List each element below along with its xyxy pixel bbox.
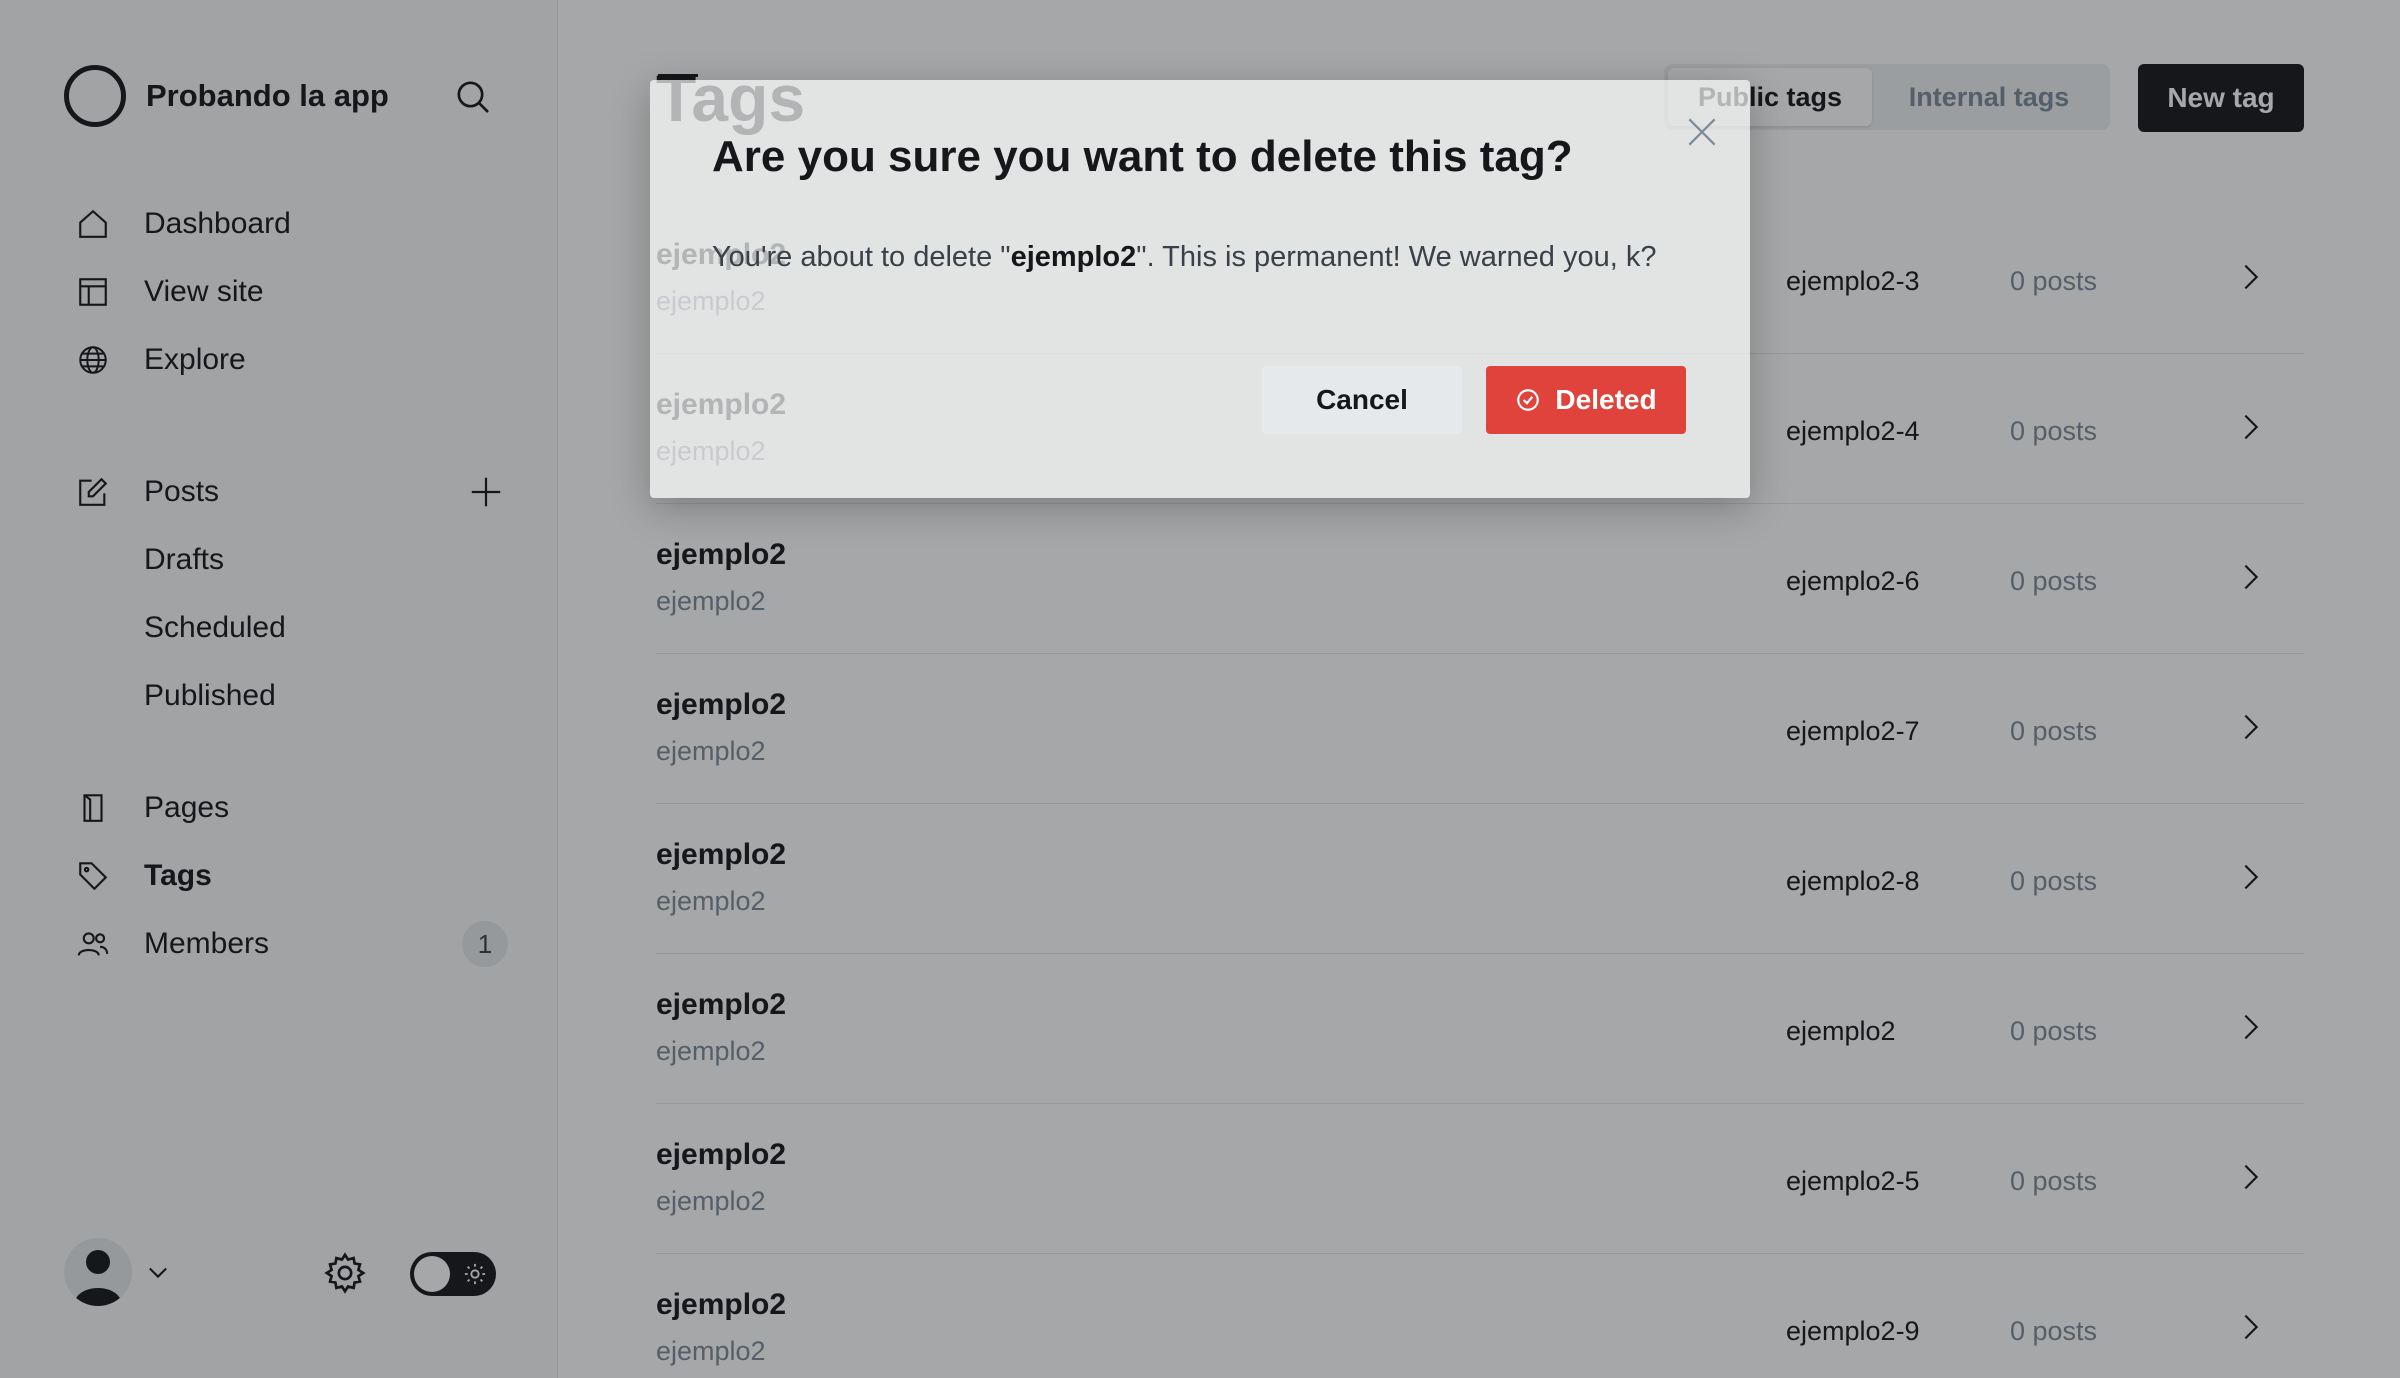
check-circle-icon	[1515, 387, 1541, 413]
message-suffix: ". This is permanent! We warned you, k?	[1136, 241, 1657, 273]
close-button[interactable]	[1680, 110, 1724, 154]
message-tag-name: ejemplo2	[1010, 241, 1137, 273]
message-prefix: You're about to delete "	[712, 241, 1011, 273]
delete-label: Deleted	[1555, 384, 1657, 415]
delete-button[interactable]: Deleted	[1486, 366, 1686, 434]
modal-message: You're about to delete "ejemplo2". This …	[712, 234, 1692, 280]
modal-title: Are you sure you want to delete this tag…	[712, 132, 1573, 181]
modal-actions: Cancel Deleted	[1262, 366, 1686, 434]
cancel-button[interactable]: Cancel	[1262, 366, 1462, 434]
close-icon	[1688, 118, 1716, 146]
delete-tag-modal: Are you sure you want to delete this tag…	[650, 80, 1750, 498]
